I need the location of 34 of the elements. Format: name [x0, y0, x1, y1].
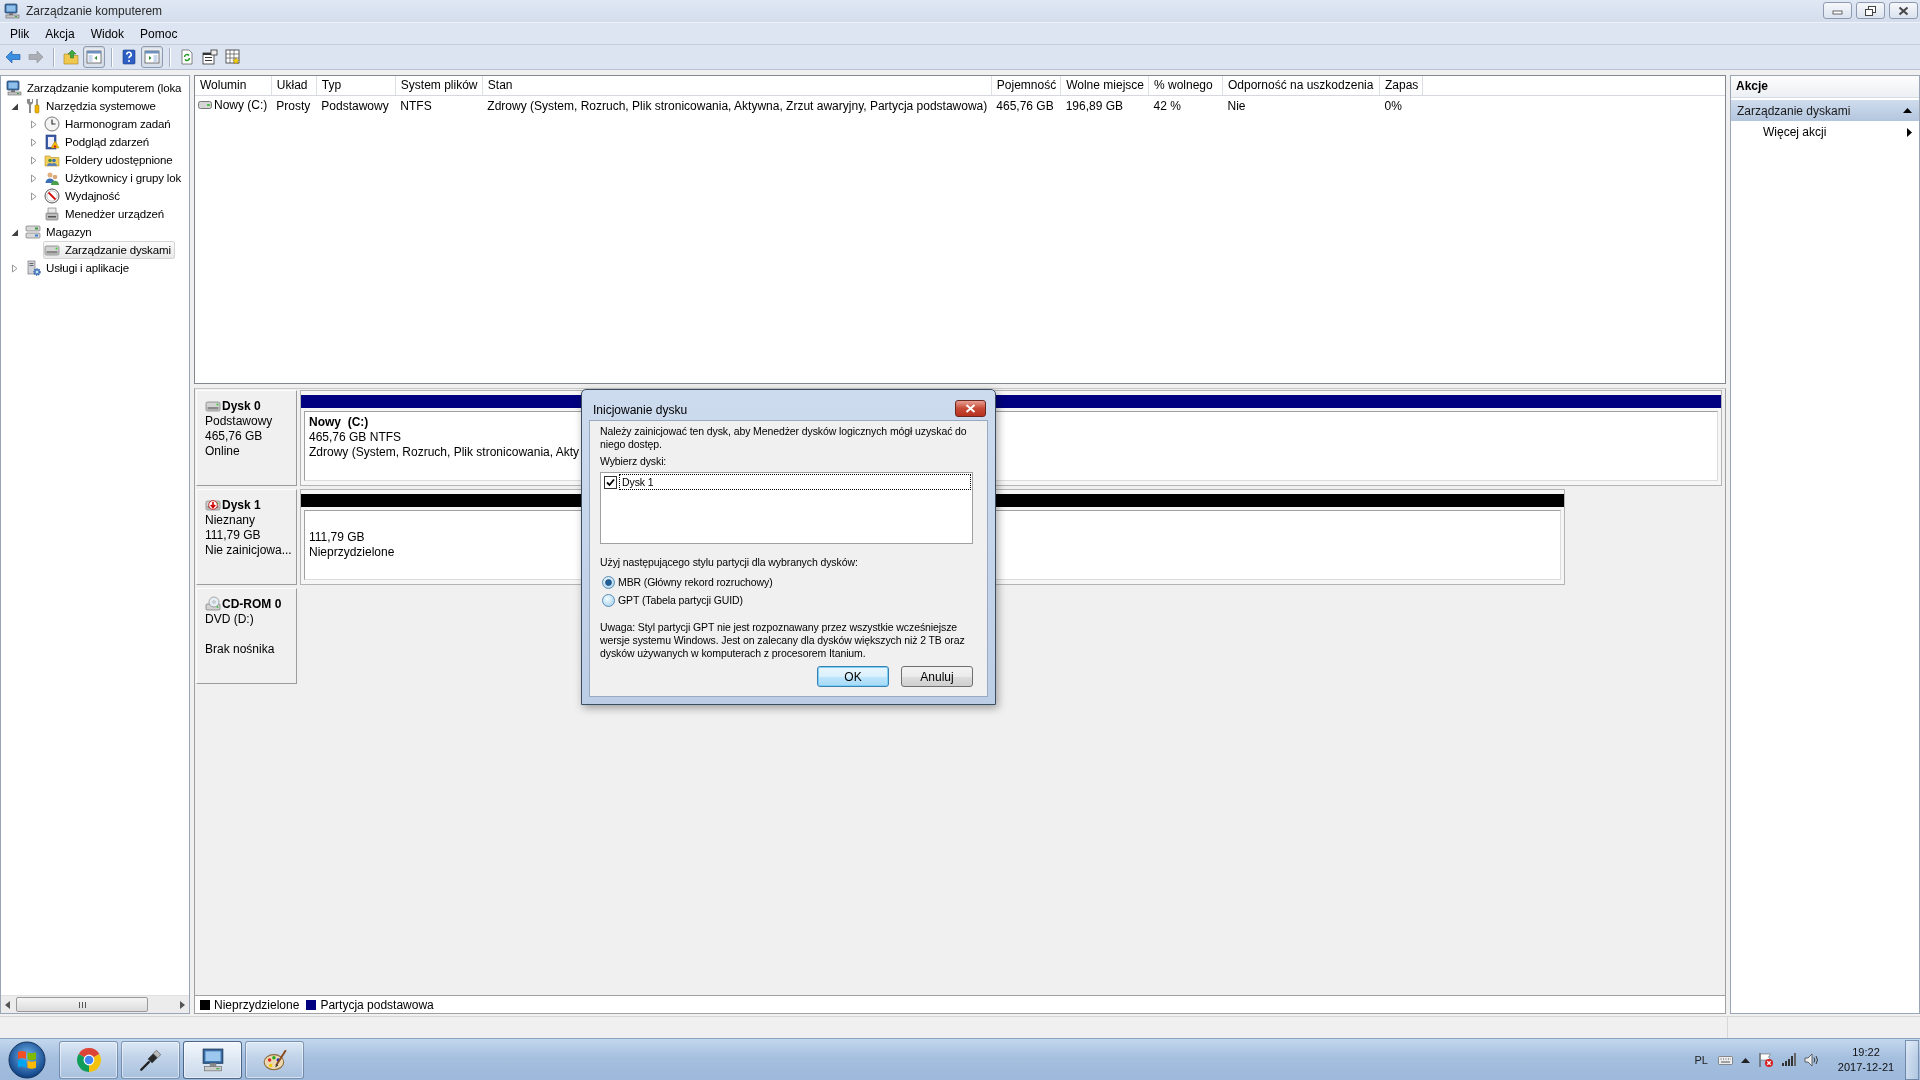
disk-size: 465,76 GB	[205, 429, 264, 444]
table-cell: NTFS	[395, 95, 483, 115]
disk-type: DVD (D:)	[205, 612, 255, 627]
disk-name: Dysk 1	[222, 497, 261, 513]
table-cell: 465,76 GB	[991, 95, 1061, 115]
table-cell: 196,89 GB	[1060, 95, 1149, 115]
disk-type: Podstawowy	[205, 414, 274, 429]
dialog-message: Należy zainicjować ten dysk, aby Menedżer dysków logicznych mógł uzyskać do niego dostęp.	[600, 425, 968, 451]
field-label: Wybierz dyski:	[600, 455, 668, 468]
partition-status: Zdrowy (System, Rozruch, Plik stronicowania, Akty	[309, 445, 580, 460]
window-title: Zarządzanie komputerem	[26, 4, 163, 18]
table-cell: Nie	[1222, 95, 1380, 115]
disk-type: Nieznany	[205, 513, 257, 528]
table-cell: Nowy (C:)	[214, 97, 268, 113]
disk-status: Online	[205, 444, 241, 459]
field-label: Użyj następującego stylu partycji dla wybranych dysków:	[600, 556, 859, 569]
table-cell: 0%	[1379, 95, 1423, 115]
disk-status: Brak nośnika	[205, 642, 276, 657]
disk-size: 111,79 GB	[205, 528, 262, 543]
table-cell: Podstawowy	[316, 95, 396, 115]
table-cell: 42 %	[1148, 95, 1223, 115]
disk-status: Nie zainicjowa...	[205, 543, 293, 558]
dialog-note: Uwaga: Styl partycji GPT nie jest rozpoznawany przez wszystkie wcześniejsze wersje systemu Windows. Jest on zalecany dla dysków większych niż 2 TB oraz dysków używanych w komputerach z procesorem Itanium.	[600, 621, 966, 660]
table-cell: Zdrowy (System, Rozruch, Plik stronicowania, Aktywna, Zrzut awaryjny, Partycja podstawowa)	[482, 95, 992, 115]
disk-name: Dysk 0	[222, 398, 261, 414]
partition-size: 465,76 GB NTFS	[309, 430, 402, 445]
partition-title: Nowy (C:)	[309, 415, 369, 430]
table-cell: Prosty	[271, 95, 317, 115]
legend-label: Partycja podstawowa	[320, 997, 434, 1012]
partition-status: Nieprzydzielone	[309, 545, 395, 560]
partition-size: 111,79 GB	[309, 530, 365, 545]
disk-name: CD-ROM 0	[222, 596, 282, 612]
legend-label: Nieprzydzielone	[214, 997, 300, 1012]
actions-header: Akcje	[1731, 76, 1919, 98]
